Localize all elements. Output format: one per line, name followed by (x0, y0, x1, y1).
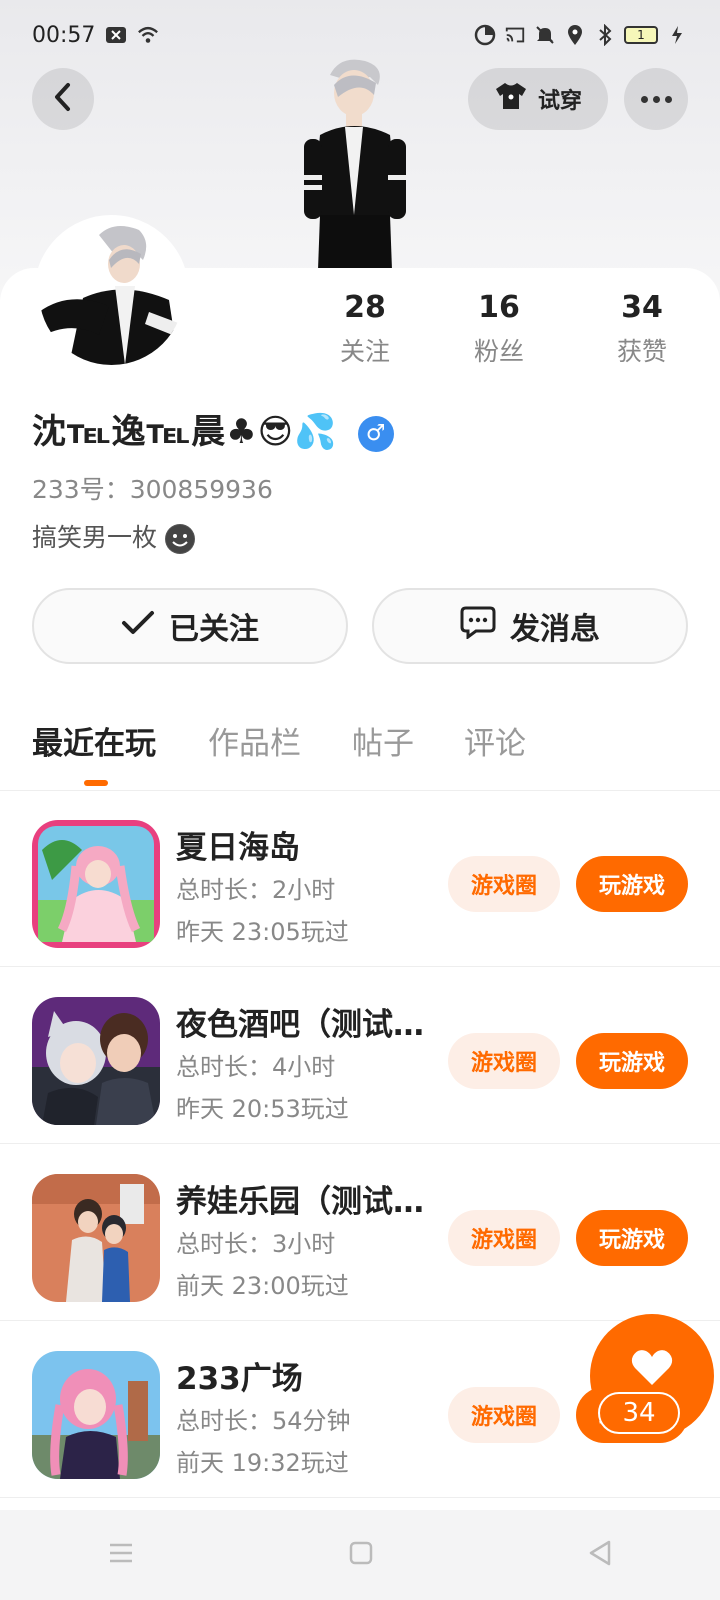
smiley-emoji-icon (164, 524, 195, 554)
game-duration: 总时长：54分钟 (176, 1407, 351, 1435)
game-title: 夜色酒吧（测试... (176, 1007, 426, 1043)
checkmark-icon (121, 609, 155, 644)
followed-label: 已关注 (169, 612, 259, 647)
heart-icon (630, 1350, 674, 1391)
data-saver-icon (474, 24, 496, 46)
game-last-played: 前天 19:32玩过 (176, 1449, 349, 1477)
game-duration: 总时长：3小时 (176, 1230, 336, 1258)
back-triangle-icon[interactable] (587, 1539, 613, 1571)
recents-menu-icon[interactable] (107, 1541, 135, 1569)
user-bio: 搞笑男一枚 (32, 518, 195, 554)
stat-following-label: 关注 (339, 337, 390, 366)
stat-followers[interactable]: 16 粉丝 (449, 290, 549, 368)
cast-icon (504, 24, 526, 46)
wifi-icon (137, 24, 159, 46)
game-circle-button[interactable]: 游戏圈 (448, 856, 560, 912)
stat-likes-label: 获赞 (616, 337, 667, 366)
play-game-button[interactable]: 玩游戏 (576, 1210, 688, 1266)
mute-icon (534, 24, 556, 46)
game-last-played: 昨天 23:05玩过 (176, 918, 349, 946)
more-dot (652, 95, 660, 103)
send-message-label: 发消息 (510, 612, 600, 647)
game-title: 养娃乐园（测试... (176, 1184, 426, 1220)
game-thumbnail[interactable] (32, 820, 160, 948)
bluetooth-icon (594, 24, 616, 46)
game-row[interactable]: 夏日海岛 总时长：2小时 昨天 23:05玩过 游戏圈 玩游戏 (0, 790, 720, 967)
avatar-3d-figure (290, 55, 420, 270)
stat-likes-count: 34 (621, 290, 663, 325)
tshirt-icon (494, 81, 528, 117)
game-circle-button[interactable]: 游戏圈 (448, 1033, 560, 1089)
stat-likes[interactable]: 34 获赞 (592, 290, 692, 368)
game-thumbnail[interactable] (32, 1174, 160, 1302)
game-row[interactable]: 养娃乐园（测试... 总时长：3小时 前天 23:00玩过 游戏圈 玩游戏 (0, 1144, 720, 1321)
game-duration: 总时长：2小时 (176, 876, 336, 904)
game-last-played: 前天 23:00玩过 (176, 1272, 349, 1300)
game-circle-button[interactable]: 游戏圈 (448, 1210, 560, 1266)
play-game-button[interactable]: 玩游戏 (576, 1033, 688, 1089)
home-square-icon[interactable] (348, 1540, 374, 1570)
game-title: 233广场 (176, 1361, 303, 1397)
profile-tabs: 最近在玩 作品栏 帖子 评论 (0, 712, 720, 791)
location-icon (564, 24, 586, 46)
tab-works[interactable]: 作品栏 (208, 718, 301, 763)
status-time: 00:57 (32, 22, 96, 48)
notification-icon (105, 24, 127, 46)
more-dot (640, 95, 648, 103)
tab-comments[interactable]: 评论 (464, 718, 526, 763)
game-last-played: 昨天 20:53玩过 (176, 1095, 349, 1123)
like-floating-button[interactable]: 34 (590, 1314, 716, 1442)
username-text: 沈℡逸℡晨♣😎💦 (32, 412, 338, 452)
system-navigation-bar (0, 1510, 720, 1600)
more-dot (664, 95, 672, 103)
game-circle-button[interactable]: 游戏圈 (448, 1387, 560, 1443)
stat-following[interactable]: 28 关注 (315, 290, 415, 368)
tab-posts[interactable]: 帖子 (352, 718, 414, 763)
stat-following-count: 28 (344, 290, 386, 325)
try-on-label: 试穿 (537, 89, 582, 114)
tab-indicator (84, 780, 108, 786)
followed-button[interactable]: 已关注 (32, 588, 348, 664)
chevron-left-icon (52, 82, 74, 116)
game-thumbnail[interactable] (32, 997, 160, 1125)
game-duration: 总时长：4小时 (176, 1053, 336, 1081)
male-gender-icon: ♂ (358, 415, 395, 452)
back-button[interactable] (32, 68, 94, 130)
try-on-button[interactable]: 试穿 (468, 68, 608, 130)
username: 沈℡逸℡晨♣😎💦 ♂ (32, 404, 395, 453)
more-options-button[interactable] (624, 68, 688, 130)
user-id[interactable]: 233号：300859936 (32, 470, 273, 506)
battery-icon: 1 (624, 26, 658, 44)
game-row[interactable]: 夜色酒吧（测试... 总时长：4小时 昨天 20:53玩过 游戏圈 玩游戏 (0, 967, 720, 1144)
send-message-button[interactable]: 发消息 (372, 588, 688, 664)
play-game-button[interactable]: 玩游戏 (576, 856, 688, 912)
stat-followers-count: 16 (478, 290, 520, 325)
bio-text: 搞笑男一枚 (32, 523, 158, 552)
profile-stats: 28 关注 16 粉丝 34 获赞 (0, 290, 720, 370)
stat-followers-label: 粉丝 (473, 337, 524, 366)
like-count: 34 (598, 1392, 680, 1434)
game-thumbnail[interactable] (32, 1351, 160, 1479)
charging-icon (666, 24, 688, 46)
chat-bubble-icon (460, 605, 496, 647)
game-title: 夏日海岛 (176, 830, 300, 866)
tab-recently-played[interactable]: 最近在玩 (32, 718, 156, 763)
